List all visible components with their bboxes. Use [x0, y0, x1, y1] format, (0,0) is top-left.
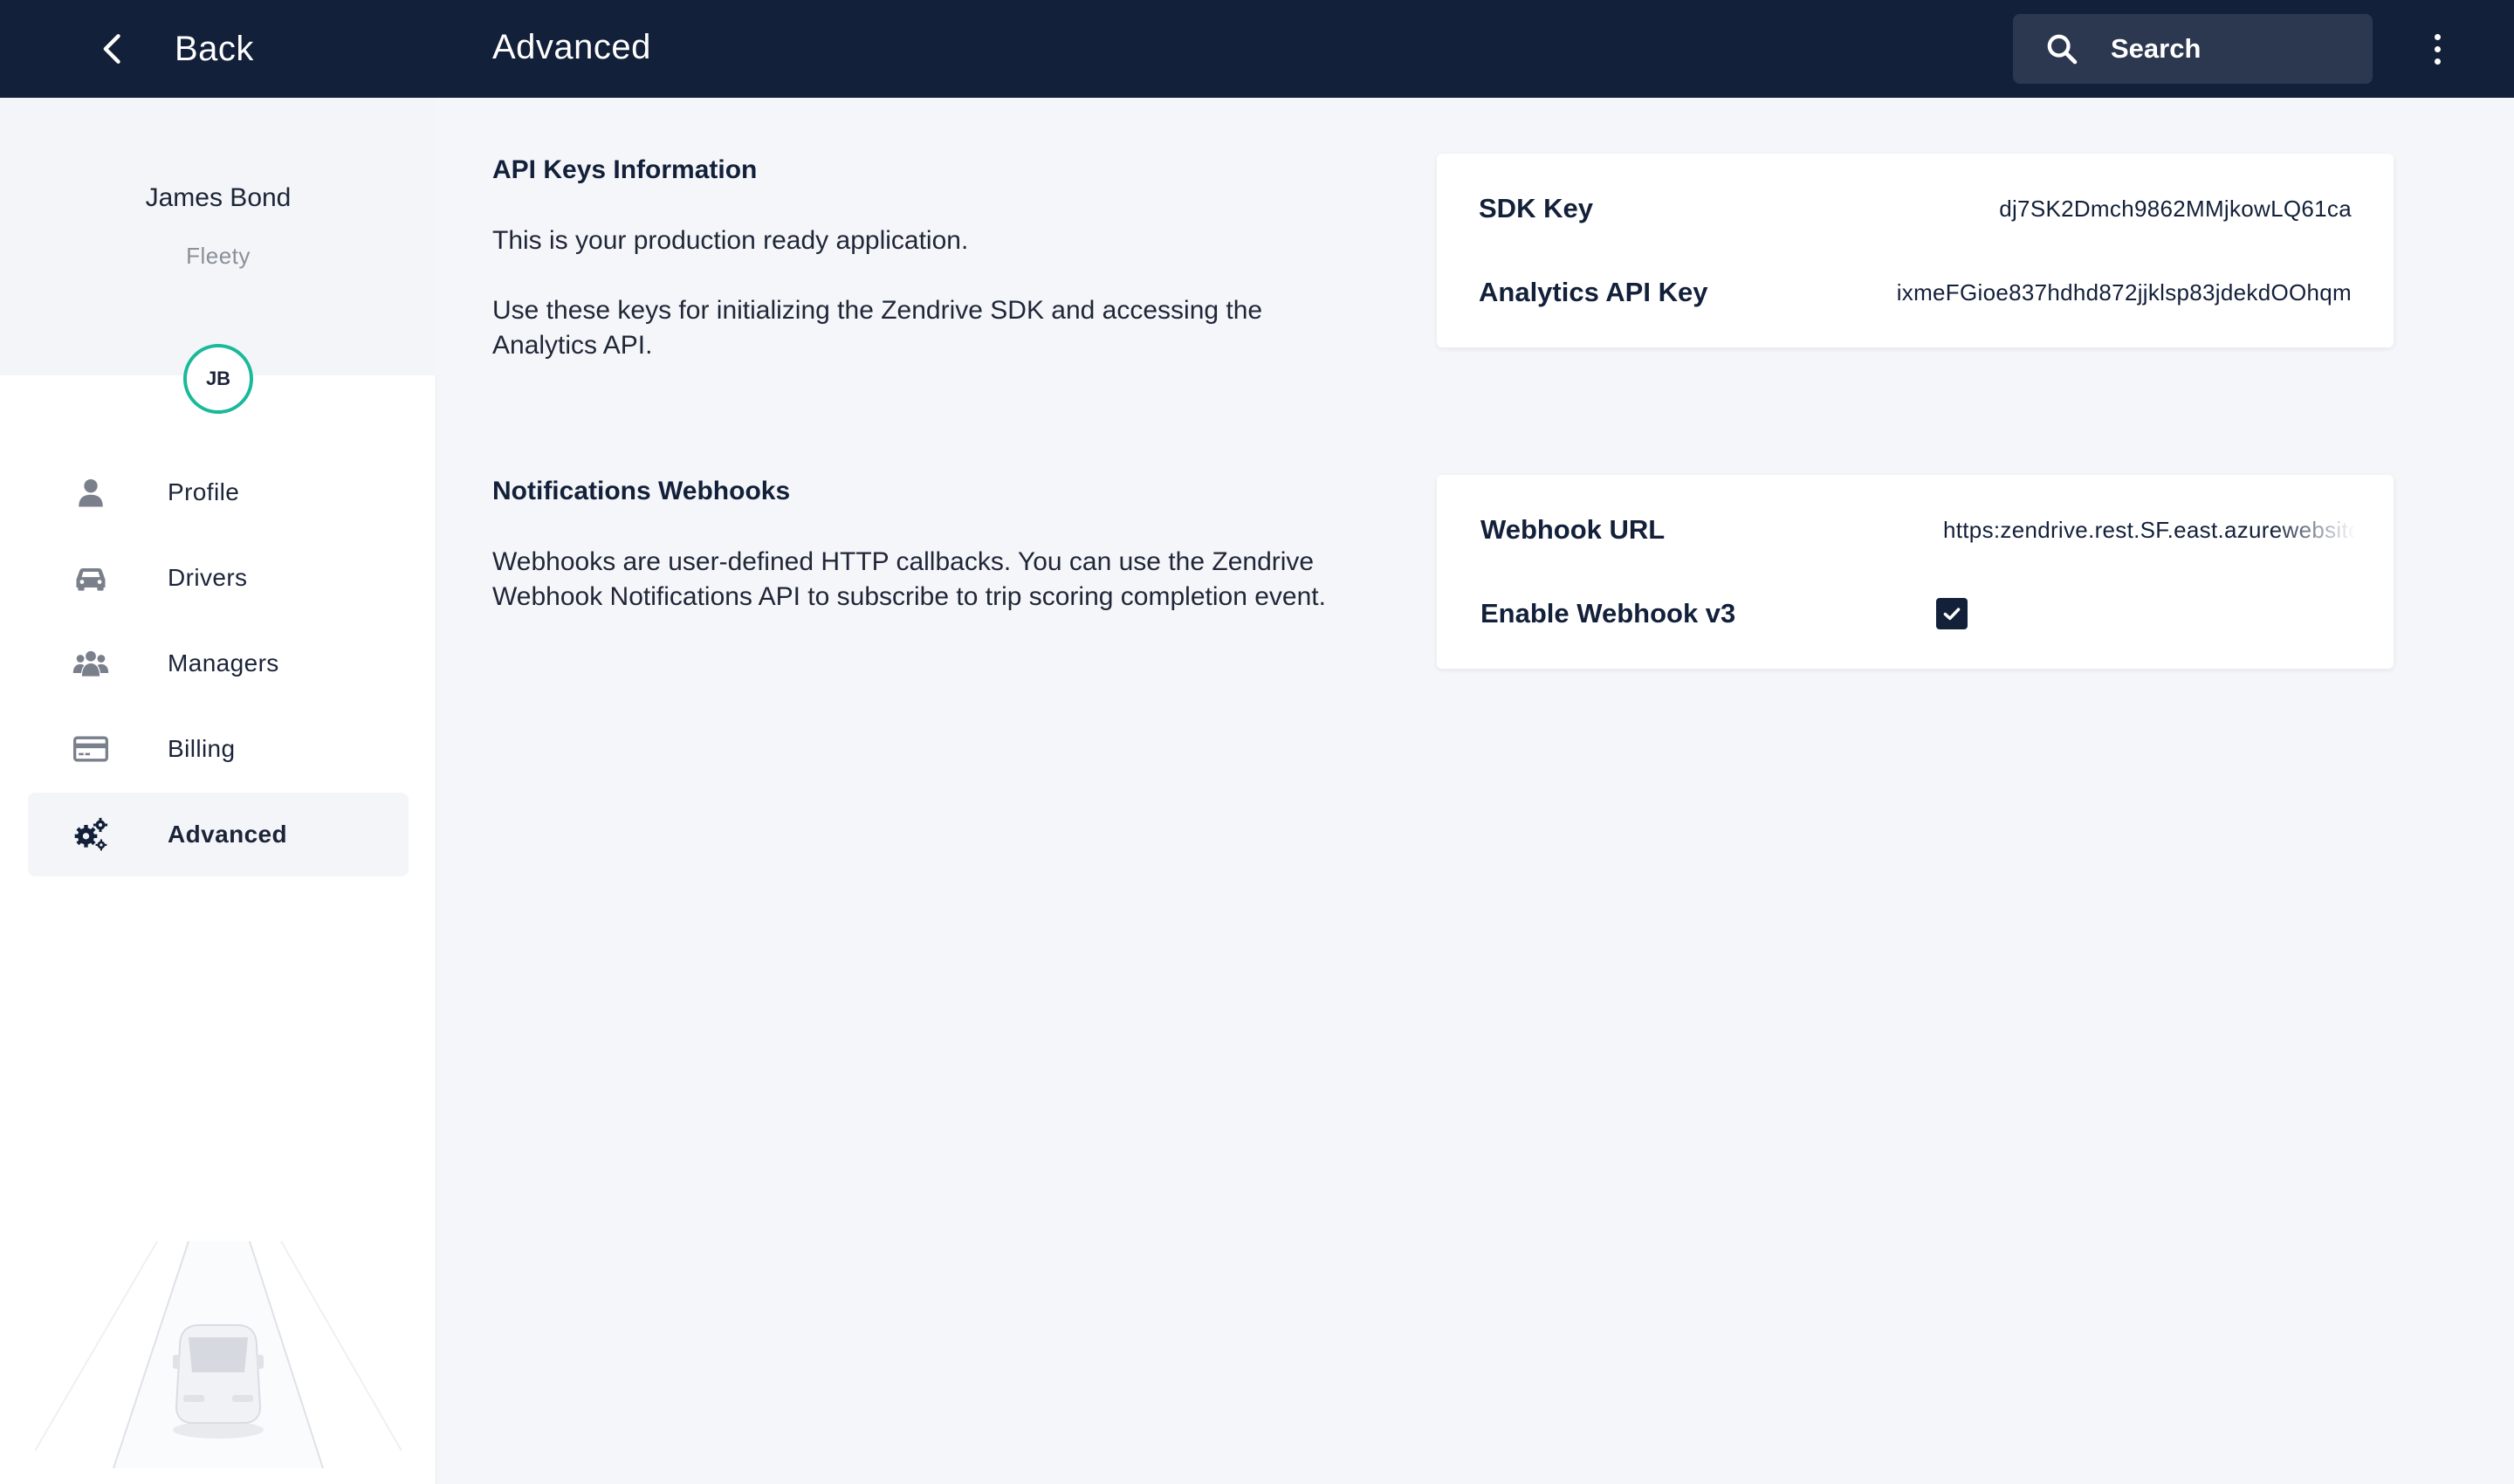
webhooks-description: Webhooks are user-defined HTTP callbacks…: [492, 547, 1326, 611]
user-name: James Bond: [145, 183, 292, 212]
sidebar-item-label: Billing: [168, 735, 236, 762]
sidebar-item-managers[interactable]: Managers: [28, 622, 409, 705]
sidebar-item-label: Advanced: [168, 821, 288, 848]
profile-header: [0, 98, 436, 375]
api-keys-card: SDK Key dj7SK2Dmch9862MMjkowLQ61ca Analy…: [1437, 154, 2394, 347]
avatar[interactable]: JB: [183, 344, 253, 414]
sidebar-nav: Profile Drivers Managers Billing Advance…: [28, 450, 409, 878]
enable-webhook-v3-row: Enable Webhook v3: [1437, 587, 2394, 640]
car-icon: [70, 557, 112, 599]
gears-icon: [70, 814, 112, 855]
sdk-key-value[interactable]: dj7SK2Dmch9862MMjkowLQ61ca: [1999, 196, 2352, 223]
user-icon: [70, 471, 112, 513]
sidebar-item-label: Profile: [168, 478, 240, 505]
analytics-key-row: Analytics API Key ixmeFGioe837hdhd872jjk…: [1437, 266, 2394, 319]
sdk-key-row: SDK Key dj7SK2Dmch9862MMjkowLQ61ca: [1437, 182, 2394, 235]
top-bar: Back Advanced: [0, 0, 2514, 98]
credit-card-icon: [70, 728, 112, 770]
sdk-key-label: SDK Key: [1479, 193, 1593, 223]
analytics-key-label: Analytics API Key: [1479, 277, 1708, 307]
group-icon: [70, 642, 112, 684]
car-road-illustration: [34, 1240, 402, 1468]
sidebar-item-advanced[interactable]: Advanced: [28, 793, 409, 876]
search-box[interactable]: [2013, 14, 2373, 84]
sidebar: James Bond Fleety JB Profile Drivers Man…: [0, 98, 436, 1484]
checkmark-icon: [1943, 608, 1961, 621]
back-label: Back: [175, 29, 254, 68]
search-icon: [2047, 34, 2078, 65]
api-keys-description: This is your production ready applicatio…: [492, 226, 969, 255]
back-button[interactable]: Back: [94, 19, 254, 79]
page-title: Advanced: [492, 28, 651, 66]
sidebar-item-profile[interactable]: Profile: [28, 450, 409, 534]
search-input[interactable]: [2111, 33, 2355, 65]
enable-webhook-v3-checkbox[interactable]: [1936, 598, 1968, 629]
organization-name: Fleety: [186, 243, 251, 269]
webhook-url-row: Webhook URL https:zendrive.rest.SF.east.…: [1437, 504, 2394, 556]
enable-webhook-v3-label: Enable Webhook v3: [1480, 598, 1736, 629]
webhook-url-label: Webhook URL: [1480, 514, 1666, 545]
chevron-left-icon: [103, 34, 120, 64]
api-keys-title: API Keys Information: [492, 155, 758, 184]
sidebar-item-drivers[interactable]: Drivers: [28, 536, 409, 620]
webhooks-title: Notifications Webhooks: [492, 477, 791, 505]
sidebar-item-label: Managers: [168, 649, 279, 677]
more-menu-icon[interactable]: [2420, 26, 2455, 72]
webhook-url-value[interactable]: https:zendrive.rest.SF.east.azurewebsite…: [1943, 517, 2355, 544]
webhooks-card: Webhook URL https:zendrive.rest.SF.east.…: [1437, 475, 2394, 669]
api-keys-usage-text: Use these keys for initializing the Zend…: [492, 296, 1263, 360]
sidebar-item-billing[interactable]: Billing: [28, 707, 409, 791]
sidebar-item-label: Drivers: [168, 564, 248, 591]
analytics-key-value[interactable]: ixmeFGioe837hdhd872jjklsp83jdekdOOhqm: [1897, 279, 2352, 306]
